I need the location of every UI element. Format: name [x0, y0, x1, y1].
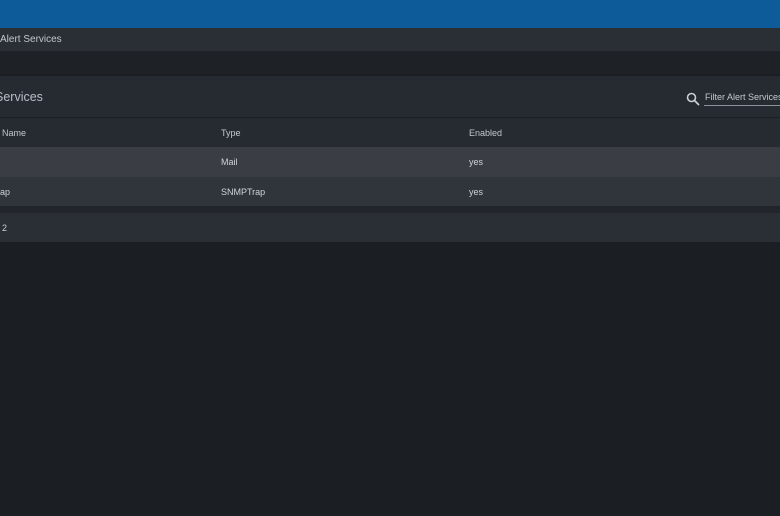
cell-type: Mail	[221, 157, 238, 167]
search-icon[interactable]	[686, 92, 700, 106]
search-input[interactable]	[704, 90, 780, 106]
toolbar-strip	[0, 52, 780, 74]
table-row[interactable]: rap SNMPTrap yes	[0, 177, 780, 207]
table-row[interactable]: Mail yes	[0, 147, 780, 177]
search-box	[686, 90, 780, 108]
breadcrumb-bar: Alert Services	[0, 28, 780, 52]
row-count: 2	[2, 223, 8, 233]
table-footer: 2	[0, 213, 780, 243]
table-header: Name Type Enabled	[0, 118, 780, 147]
column-header-enabled[interactable]: Enabled	[469, 128, 502, 138]
column-header-name[interactable]: Name	[2, 128, 26, 138]
alert-services-panel: Services Name Type Enabled Mail yes rap …	[0, 76, 780, 243]
panel-header: Services	[0, 76, 780, 118]
top-navigation-bar	[0, 0, 780, 28]
cell-enabled: yes	[469, 157, 484, 167]
breadcrumb[interactable]: Alert Services	[0, 34, 62, 45]
cell-enabled: yes	[469, 187, 484, 197]
cell-name: rap	[0, 187, 11, 197]
cell-type: SNMPTrap	[221, 187, 266, 197]
column-header-type[interactable]: Type	[221, 128, 241, 138]
panel-title: Services	[0, 90, 43, 104]
